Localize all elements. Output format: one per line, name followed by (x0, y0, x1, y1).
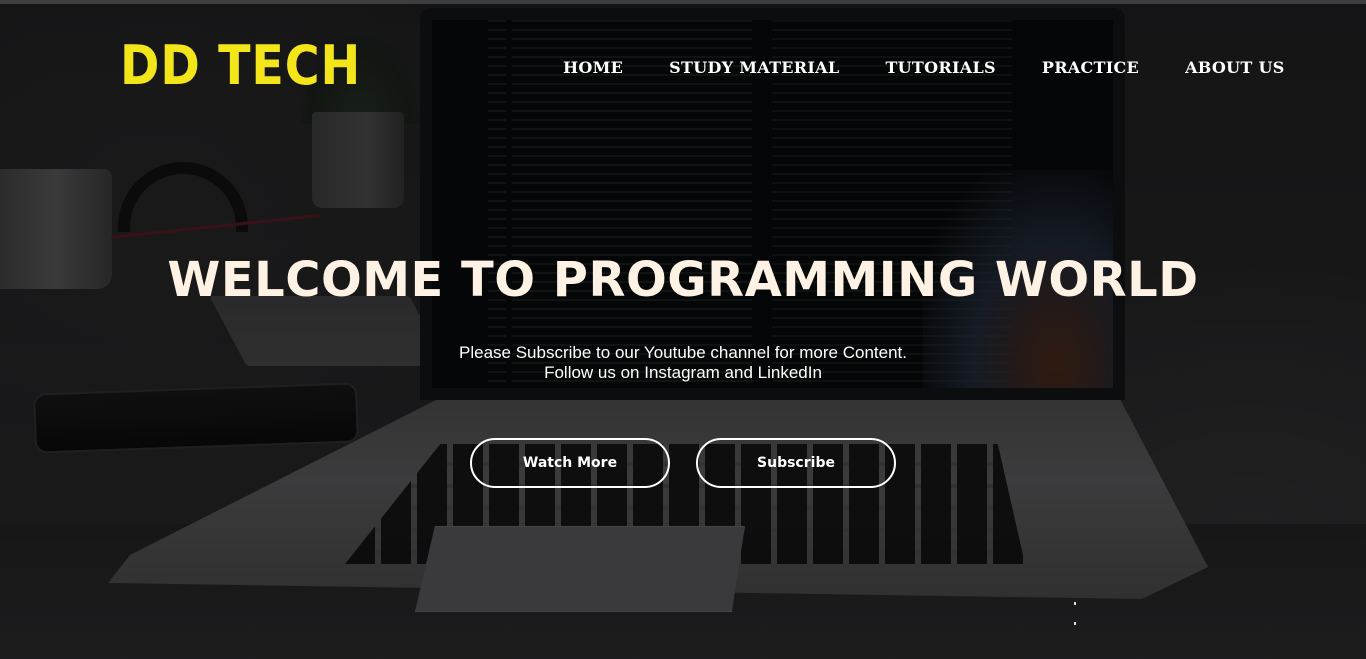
nav-tutorials[interactable]: TUTORIALS (885, 57, 995, 79)
dark-overlay (0, 4, 1366, 659)
main-nav: HOME STUDY MATERIAL TUTORIALS PRACTICE A… (563, 57, 1285, 79)
decorative-dot (1074, 602, 1076, 605)
hero-subtitle-line1: Please Subscribe to our Youtube channel … (459, 343, 907, 362)
hero-title: WELCOME TO PROGRAMMING WORLD (167, 252, 1199, 308)
hero-section: DD TECH HOME STUDY MATERIAL TUTORIALS PR… (0, 0, 1366, 659)
site-logo[interactable]: DD TECH (120, 34, 361, 98)
subscribe-button[interactable]: Subscribe (696, 438, 896, 488)
decorative-dot (1074, 622, 1076, 625)
nav-home[interactable]: HOME (563, 57, 623, 79)
hero-subtitle-line2: Follow us on Instagram and LinkedIn (544, 363, 822, 382)
nav-practice[interactable]: PRACTICE (1042, 57, 1139, 79)
watch-more-button[interactable]: Watch More (470, 438, 670, 488)
nav-study-material[interactable]: STUDY MATERIAL (669, 57, 839, 79)
nav-about-us[interactable]: ABOUT US (1185, 57, 1285, 79)
